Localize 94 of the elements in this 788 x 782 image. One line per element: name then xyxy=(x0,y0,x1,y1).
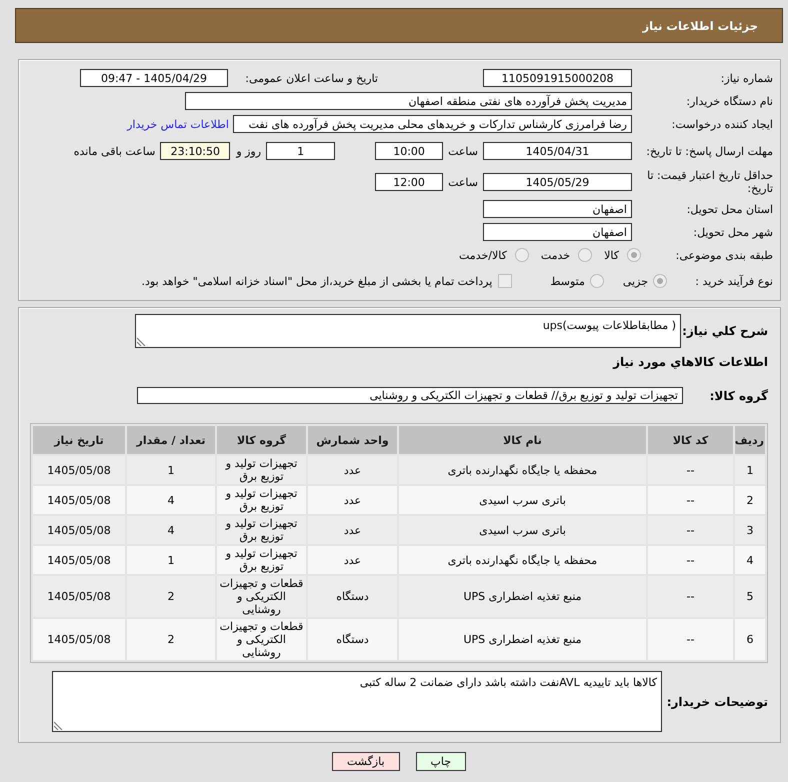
need-number-field[interactable]: 1105091915000208 xyxy=(483,69,632,87)
table-cell: باتری سرب اسیدی xyxy=(399,516,646,544)
province-field[interactable]: اصفهان xyxy=(483,200,632,218)
table-cell: عدد xyxy=(308,546,397,574)
back-button[interactable]: بازگشت xyxy=(332,752,400,771)
table-cell: قطعات و تجهیزات الکتریکی و روشنایی xyxy=(217,576,306,617)
days-label: روز و xyxy=(236,144,262,158)
table-cell: عدد xyxy=(308,456,397,484)
resize-grip-icon[interactable] xyxy=(137,337,146,346)
field-label: طبقه بندی موضوعی: xyxy=(674,248,773,262)
table-cell: 2 xyxy=(127,576,215,617)
column-header: تعداد / مقدار xyxy=(127,426,215,454)
table-cell: 3 xyxy=(735,516,765,544)
table-cell: محفظه یا جایگاه نگهدارنده باتری xyxy=(399,546,646,574)
column-header: گروه کالا xyxy=(217,426,306,454)
table-cell: قطعات و تجهیزات الکتریکی و روشنایی xyxy=(217,619,306,660)
table-cell: منبع تغذیه اضطراری UPS xyxy=(399,619,646,660)
table-cell: 2 xyxy=(127,619,215,660)
time-label: ساعت xyxy=(448,144,478,158)
remaining-time-field[interactable]: 23:10:50 xyxy=(160,142,230,160)
field-label: حداقل تاریخ اعتبار قیمت: تا تاریخ: xyxy=(646,169,773,195)
field-label: استان محل تحویل: xyxy=(686,202,773,216)
table-cell: تجهیزات تولید و توزیع برق xyxy=(217,516,306,544)
print-button[interactable]: چاپ xyxy=(416,752,466,771)
radio-label: خدمت xyxy=(540,248,570,262)
table-cell: -- xyxy=(648,516,733,544)
field-label: نام دستگاه خریدار: xyxy=(685,94,773,108)
field-label: نوع فرآیند خرید : xyxy=(694,274,773,288)
table-cell: عدد xyxy=(308,486,397,514)
table-cell: عدد xyxy=(308,516,397,544)
table-cell: 1405/05/08 xyxy=(33,486,125,514)
radio-label: جزیی xyxy=(622,274,648,288)
table-cell: 1 xyxy=(127,546,215,574)
table-cell: 6 xyxy=(735,619,765,660)
table-cell: 1405/05/08 xyxy=(33,456,125,484)
table-cell: 4 xyxy=(127,516,215,544)
validity-date-field[interactable]: 1405/05/29 xyxy=(483,173,632,191)
resize-grip-icon[interactable] xyxy=(54,721,63,730)
table-cell: تجهیزات تولید و توزیع برق xyxy=(217,456,306,484)
table-cell: 1405/05/08 xyxy=(33,546,125,574)
column-header: واحد شمارش xyxy=(308,426,397,454)
table-cell: -- xyxy=(648,456,733,484)
table-cell: محفظه یا جایگاه نگهدارنده باتری xyxy=(399,456,646,484)
notes-field[interactable]: کالاها باید تاییدیه AVLنفت داشته باشد دارای ضمانت 2 ساله کتبی xyxy=(52,671,662,732)
table-cell: تجهیزات تولید و توزیع برق xyxy=(217,546,306,574)
table-cell: دستگاه xyxy=(308,576,397,617)
table-cell: -- xyxy=(648,486,733,514)
field-label: ایجاد کننده درخواست: xyxy=(670,118,773,130)
field-label: شهر محل تحویل: xyxy=(692,226,773,238)
table-cell: -- xyxy=(648,619,733,660)
page-title: جزئیات اطلاعات نیاز xyxy=(642,18,758,32)
table-cell: 1405/05/08 xyxy=(33,516,125,544)
table-cell: تجهیزات تولید و توزیع برق xyxy=(217,486,306,514)
table-cell: باتری سرب اسیدی xyxy=(399,486,646,514)
table-cell: 1405/05/08 xyxy=(33,619,125,660)
table-cell: 1405/05/08 xyxy=(33,576,125,617)
field-label: مهلت ارسال پاسخ: تا تاریخ: xyxy=(645,144,773,158)
checkbox-label: پرداخت تمام یا بخشی از مبلغ خرید،از محل "اسناد خزانه اسلامی" خواهد بود. xyxy=(142,274,492,288)
deadline-time-field[interactable]: 10:00 xyxy=(375,142,444,160)
table-cell: 1 xyxy=(127,456,215,484)
table-cell: 5 xyxy=(735,576,765,617)
table-cell: 4 xyxy=(735,546,765,574)
column-header: تاریخ نیاز xyxy=(33,426,125,454)
days-field[interactable]: 1 xyxy=(266,142,336,160)
field-label: شماره نیاز: xyxy=(720,72,773,84)
time-label: ساعت xyxy=(448,176,478,188)
notes-label: توضیحات خریدار: xyxy=(666,694,768,708)
requester-field[interactable]: رضا فرامرزی کارشناس تدارکات و خریدهای محلی مدیریت پخش فرآورده های نفت xyxy=(233,115,632,133)
description-label: شرح کلي نياز: xyxy=(681,324,768,338)
remaining-label: ساعت باقی مانده xyxy=(74,144,156,158)
radio-label: متوسط xyxy=(550,274,585,288)
radio-label: کالا/خدمت xyxy=(459,248,507,262)
city-field[interactable]: اصفهان xyxy=(483,223,632,241)
group-field[interactable]: تجهیزات تولید و توزیع برق// قطعات و تجهیزات الکتریکی و روشنایی xyxy=(137,387,683,404)
table-cell: 4 xyxy=(127,486,215,514)
table-cell: -- xyxy=(648,546,733,574)
contact-link[interactable]: اطلاعات تماس خریدار xyxy=(127,118,229,130)
radio-label: کالا xyxy=(604,248,619,262)
column-header: کد کالا xyxy=(648,426,733,454)
column-header: نام کالا xyxy=(399,426,646,454)
table-cell: -- xyxy=(648,576,733,617)
validity-time-field[interactable]: 12:00 xyxy=(375,173,444,191)
table-cell: دستگاه xyxy=(308,619,397,660)
group-label: گروه کالا: xyxy=(708,388,768,402)
deadline-date-field[interactable]: 1405/04/31 xyxy=(483,142,632,160)
table-cell: منبع تغذیه اضطراری UPS xyxy=(399,576,646,617)
announcement-date-field[interactable]: 1405/04/29 - 09:47 xyxy=(80,69,228,87)
buyer-name-field[interactable]: مدیریت پخش فرآورده های نفتی منطقه اصفهان xyxy=(185,92,632,110)
description-field[interactable]: ( مطابقاطلاعات پیوست)ups xyxy=(135,314,681,348)
column-header: ردیف xyxy=(735,426,765,454)
table-cell: 2 xyxy=(735,486,765,514)
field-label: تاریخ و ساعت اعلان عمومی: xyxy=(244,72,378,84)
section-heading: اطلاعات کالاهاي مورد نياز xyxy=(612,354,768,371)
table-cell: 1 xyxy=(735,456,765,484)
